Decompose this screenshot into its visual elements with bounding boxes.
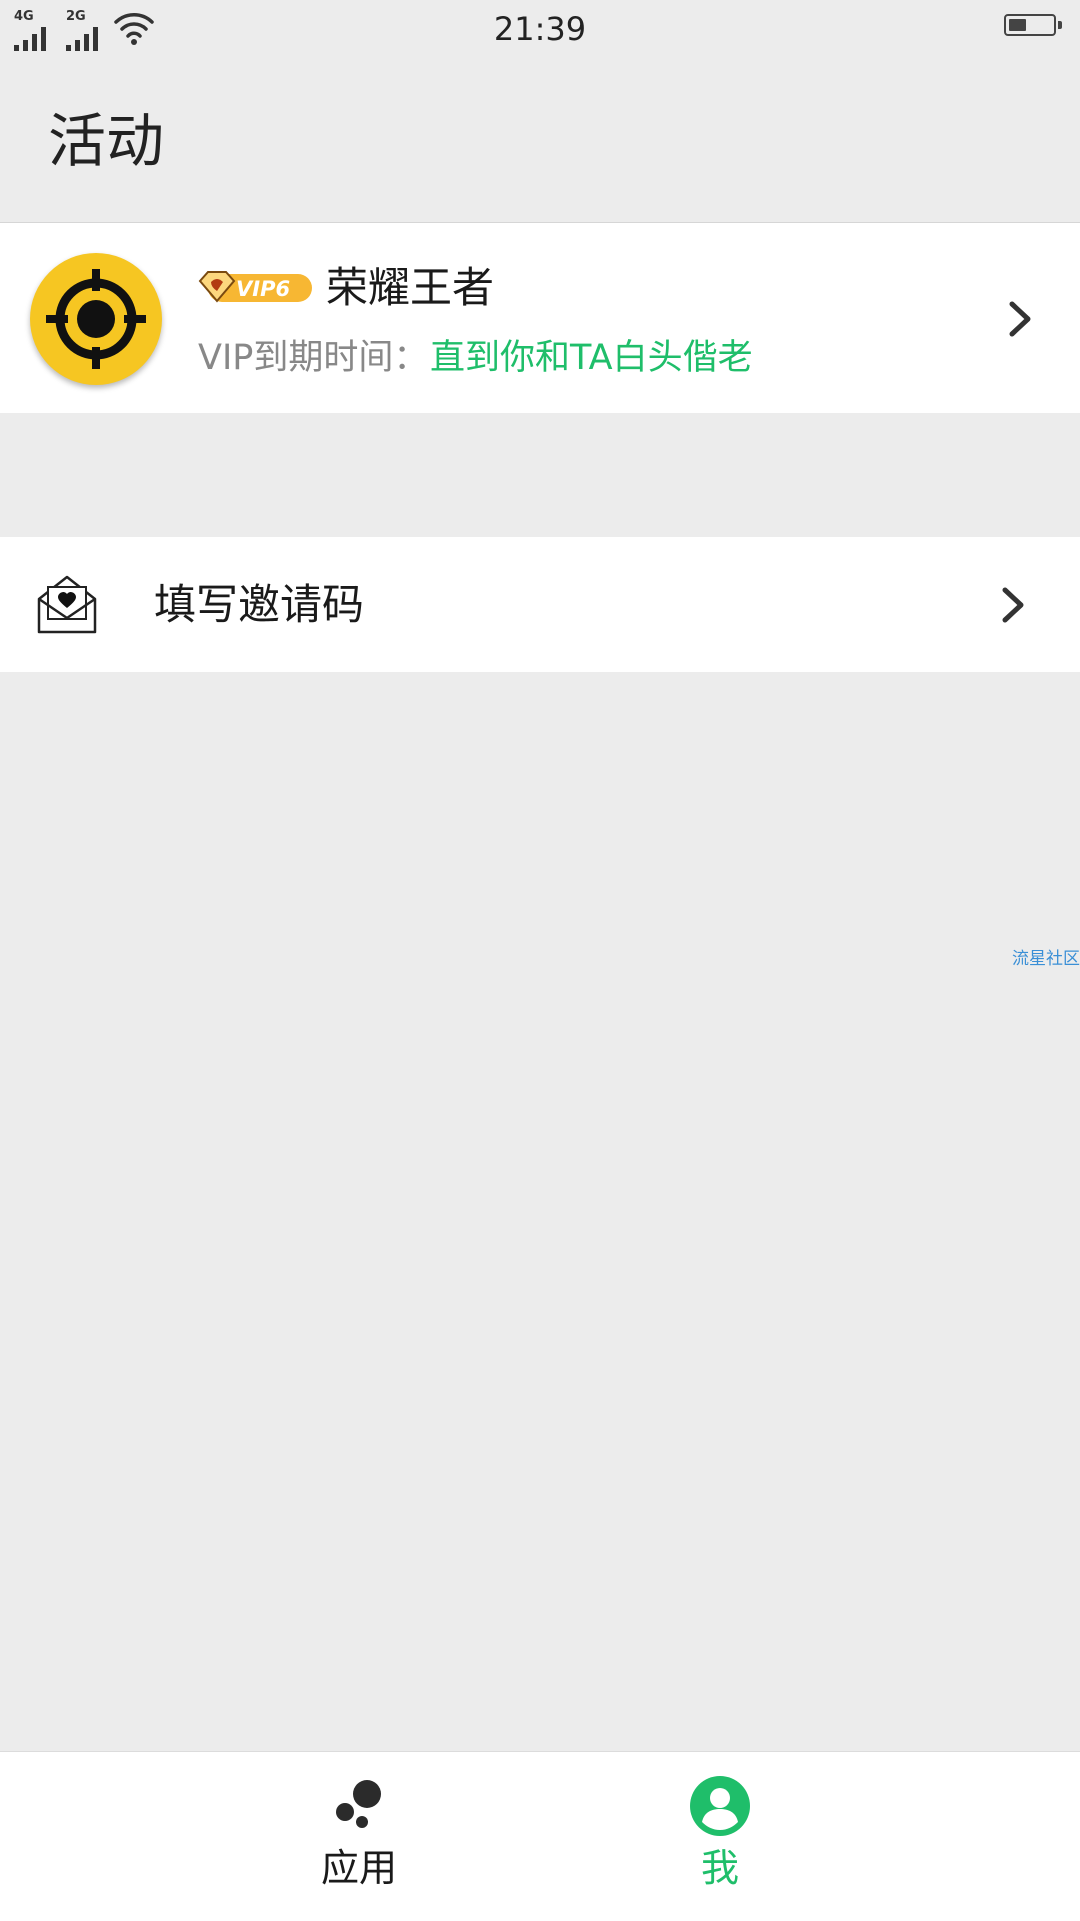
chevron-right-icon: [1002, 587, 1024, 623]
vip-expiry-label: VIP到期时间：: [198, 338, 429, 378]
envelope-heart-icon: [37, 575, 97, 634]
invite-code-label: 填写邀请码: [154, 580, 365, 629]
tab-apps-label: 应用: [320, 1846, 397, 1890]
invite-code-row[interactable]: 填写邀请码: [0, 537, 1080, 672]
tab-me[interactable]: 我: [620, 1752, 820, 1921]
user-name: 荣耀王者: [326, 263, 495, 312]
tab-apps[interactable]: 应用: [259, 1752, 459, 1921]
tab-me-label: 我: [700, 1846, 739, 1890]
avatar[interactable]: [30, 253, 162, 385]
chevron-right-icon: [1009, 301, 1031, 337]
target-crosshair-icon: [46, 269, 146, 369]
profile-card[interactable]: VIP6 荣耀王者 VIP到期时间： 直到你和TA白头偕老: [0, 223, 1080, 413]
apps-dots-icon: [336, 1780, 381, 1828]
watermark-text: 流星社区: [1012, 949, 1080, 969]
tab-bar: 应用 我: [0, 1751, 1080, 1921]
user-profile-icon: [690, 1776, 750, 1836]
page-header: 活动: [0, 58, 1080, 223]
vip-badge: VIP6: [198, 271, 312, 303]
status-time: 21:39: [493, 10, 587, 48]
page-title: 活动: [48, 107, 165, 175]
battery-icon: [1004, 14, 1062, 36]
status-bar: 4G 2G 21:39: [0, 0, 1080, 58]
vip-expiry-value: 直到你和TA白头偕老: [430, 338, 753, 378]
vip-badge-text: VIP6: [236, 277, 290, 301]
